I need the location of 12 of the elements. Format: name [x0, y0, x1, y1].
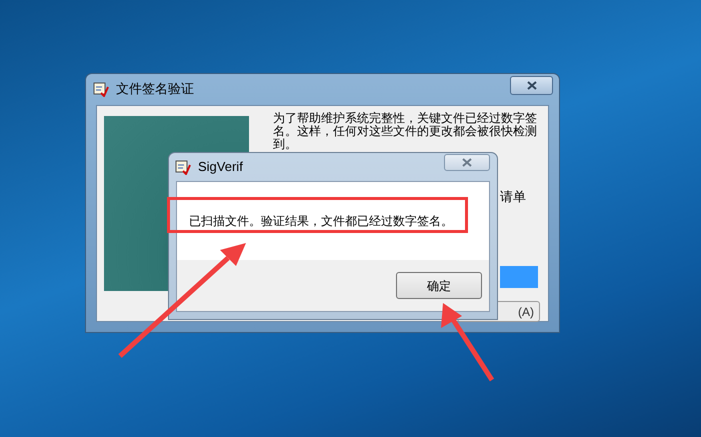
close-icon: [526, 81, 536, 90]
close-button[interactable]: [510, 76, 553, 95]
app-icon: [93, 81, 109, 97]
close-button[interactable]: [444, 154, 490, 171]
description-text: 为了帮助维护系统完整性，关键文件已经过数字签名。这样，任何对这些文件的更改都会被很快检测到。: [273, 112, 538, 151]
ok-button[interactable]: 确定: [396, 272, 482, 299]
close-icon: [462, 158, 472, 167]
window-title: 文件签名验证: [116, 80, 194, 98]
dialog-title: SigVerif: [198, 158, 243, 176]
instruction-text: 请单: [500, 188, 526, 206]
app-icon: [175, 159, 191, 175]
message-text: 已扫描文件。验证结果，文件都已经过数字签名。: [189, 213, 453, 230]
